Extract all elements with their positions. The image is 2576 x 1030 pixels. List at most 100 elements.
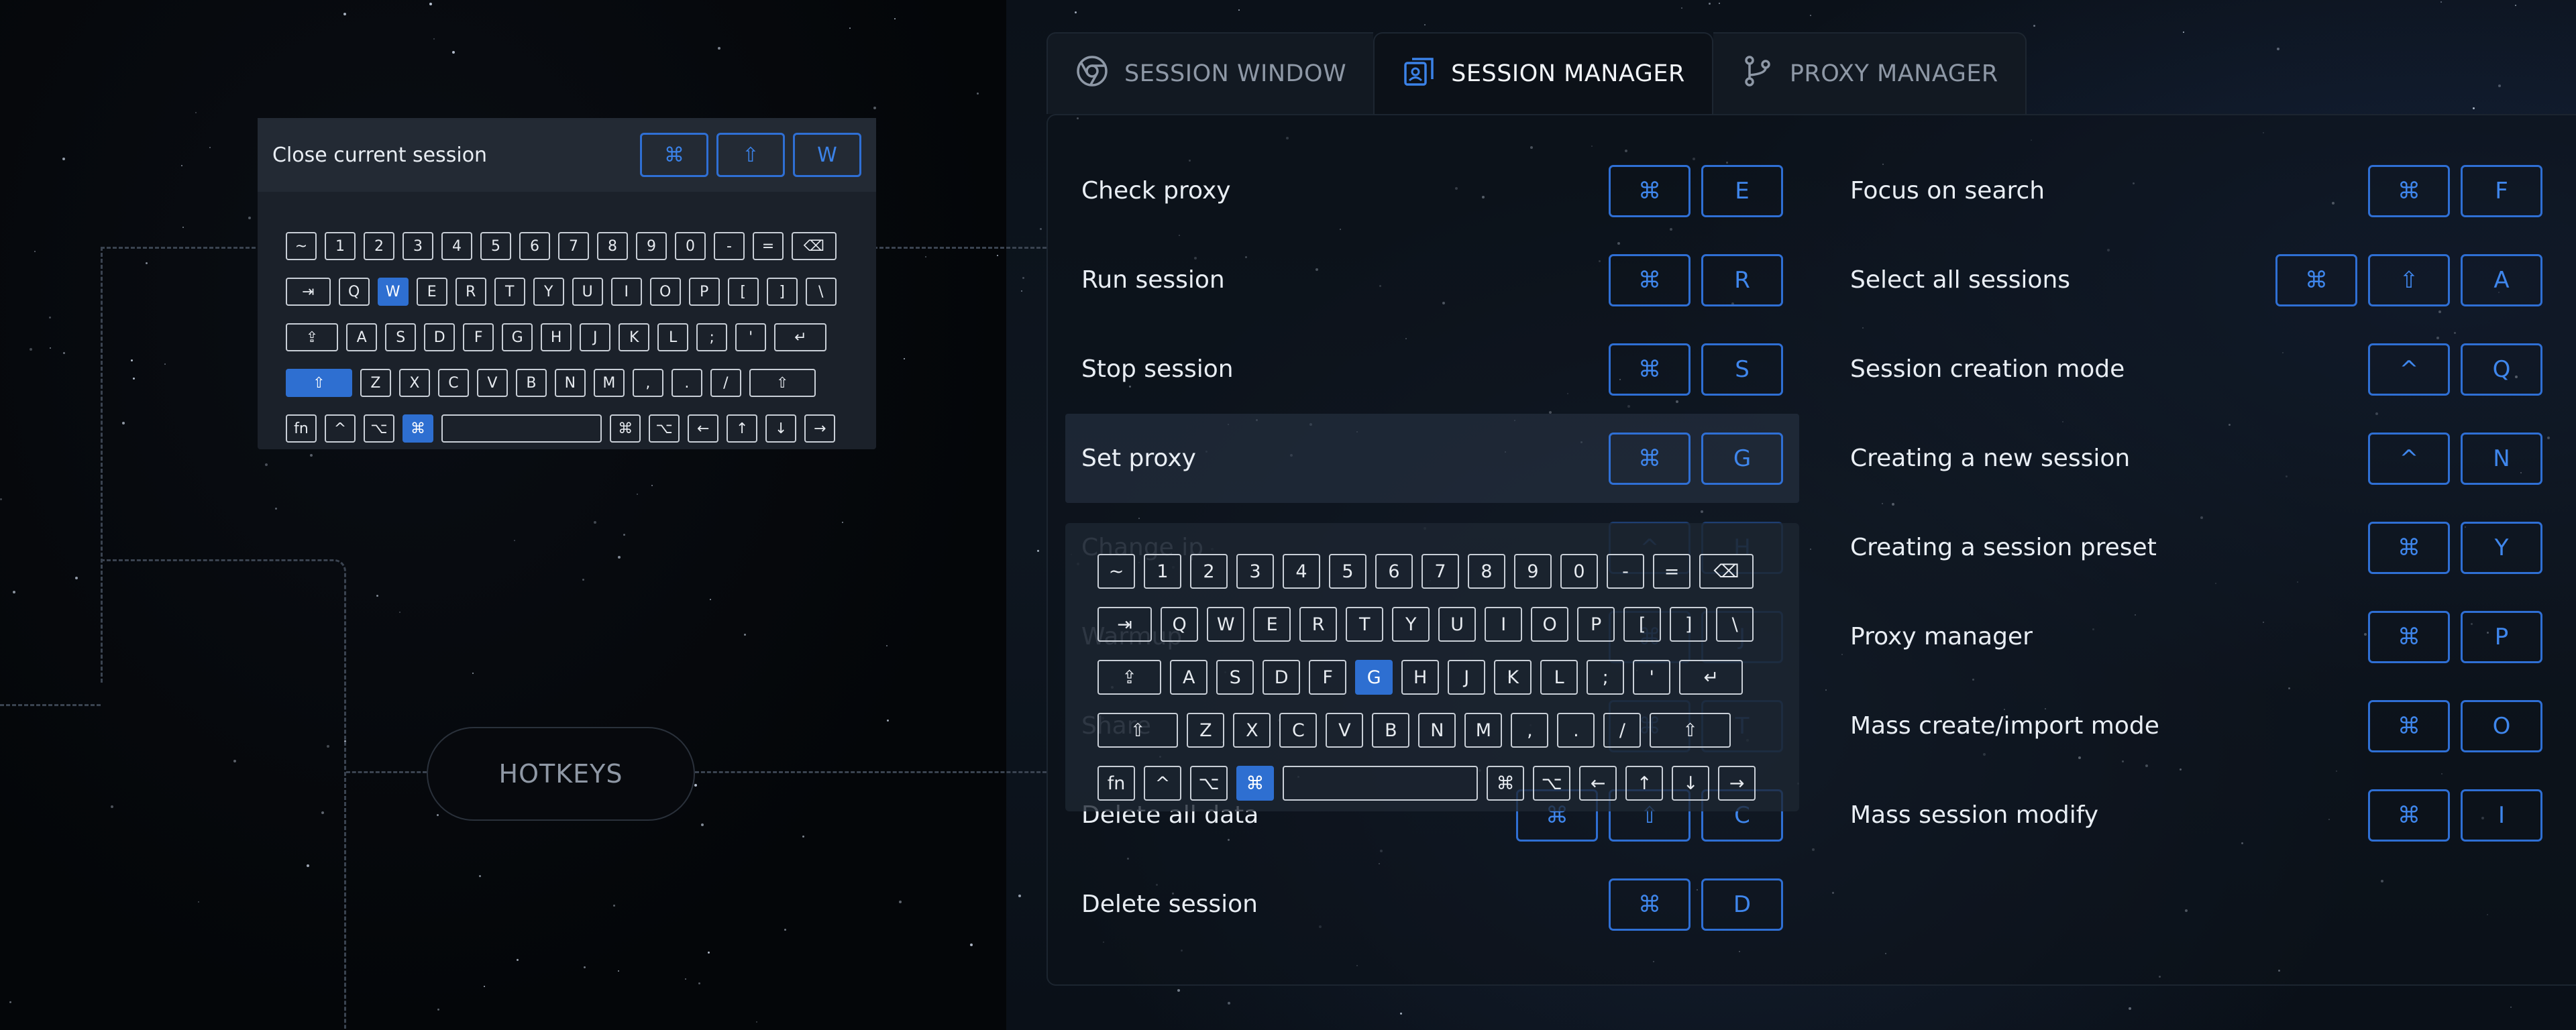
star <box>613 905 615 907</box>
shortcut-row[interactable]: Creating a new session ^ N <box>1834 414 2559 503</box>
shortcut-row[interactable]: Check proxy ⌘ E <box>1065 146 1799 235</box>
tab-proxy-manager[interactable]: PROXY MANAGER <box>1713 32 2027 114</box>
star <box>894 18 896 19</box>
keyboard-key: - <box>1607 554 1644 589</box>
shortcut-row[interactable]: Proxy manager ⌘ P <box>1834 592 2559 681</box>
shortcut-row[interactable]: Session creation mode ^ Q <box>1834 325 2559 414</box>
keyboard-key: ⇧ <box>286 369 352 397</box>
key-cmd: ⌘ <box>1609 343 1690 396</box>
star <box>2277 48 2279 50</box>
tab-label: SESSION MANAGER <box>1451 60 1685 87</box>
connector-line <box>101 559 346 1029</box>
proxy-branch-icon <box>1740 54 1775 95</box>
shortcut-row[interactable]: Stop session ⌘ S <box>1065 325 1799 414</box>
keyboard-key: 5 <box>1329 554 1366 589</box>
keyboard-key: ⌫ <box>1699 554 1754 589</box>
key-shift: ⇧ <box>2368 253 2450 306</box>
chrome-icon <box>1075 54 1110 95</box>
tab-bar: SESSION WINDOW SESSION MANAGER PROXY MAN… <box>1046 32 2027 114</box>
keyboard-key: ⇧ <box>1650 713 1731 748</box>
keyboard-key: ← <box>1579 766 1617 801</box>
star <box>1400 1013 1402 1015</box>
keyboard-key: → <box>804 414 836 443</box>
keyboard-key: M <box>1464 713 1503 748</box>
keyboard-key: U <box>1438 607 1477 642</box>
keyboard-key: F <box>463 323 494 351</box>
keyboard-key: ] <box>1670 607 1708 642</box>
keyboard-key: 8 <box>1468 554 1505 589</box>
keyboard-key: I <box>610 278 642 306</box>
key-letter: Q <box>2461 343 2542 396</box>
keyboard-key: L <box>657 323 689 351</box>
keyboard-key: Z <box>360 369 391 397</box>
star <box>756 1021 757 1023</box>
spacebar-key <box>1283 766 1479 801</box>
star <box>1040 228 1042 230</box>
shortcut-keys: ⌘ P <box>2368 610 2542 663</box>
key-shift: ⇧ <box>716 133 785 177</box>
star <box>886 645 888 646</box>
star <box>1709 3 1711 5</box>
keyboard-key: ⌘ <box>1236 766 1274 801</box>
shortcut-row[interactable]: Set proxy ⌘ G <box>1065 414 1799 503</box>
keyboard-key: ⌥ <box>649 414 680 443</box>
star <box>694 784 697 787</box>
tab-session-window[interactable]: SESSION WINDOW <box>1046 32 1374 114</box>
key-letter: N <box>2461 432 2542 485</box>
star <box>1424 24 1426 25</box>
shortcut-row[interactable]: Mass create/import mode ⌘ O <box>1834 681 2559 770</box>
keyboard-key: [ <box>1623 607 1662 642</box>
keyboard-row: ⇥ Q W E R T Y U I O P[] \ <box>286 278 837 306</box>
star <box>2183 32 2184 33</box>
keyboard-key: N <box>1418 713 1456 748</box>
star <box>977 93 979 95</box>
star <box>181 165 182 166</box>
keyboard-key: ⌘ <box>610 414 641 443</box>
shortcut-row[interactable]: Creating a session preset ⌘ Y <box>1834 503 2559 592</box>
keyboard-key: H <box>1401 660 1440 695</box>
shortcut-label: Check proxy <box>1081 177 1231 205</box>
shortcut-keys: ⌘ Y <box>2368 521 2542 574</box>
shortcut-row[interactable]: Run session ⌘ R <box>1065 235 1799 325</box>
keyboard-key: ⌘ <box>1487 766 1525 801</box>
shortcut-row[interactable]: Mass session modify ⌘ I <box>1834 770 2559 860</box>
star <box>2473 107 2475 109</box>
keyboard-key: \ <box>1716 607 1754 642</box>
star <box>2033 25 2035 27</box>
star <box>1037 550 1039 552</box>
shortcut-row[interactable]: Delete session ⌘ D <box>1065 860 1799 949</box>
shortcut-row[interactable]: Focus on search ⌘ F <box>1834 146 2559 235</box>
key-cmd: ⌘ <box>1609 253 1690 306</box>
keyboard-key: ↓ <box>1672 766 1710 801</box>
key-letter: W <box>793 133 861 177</box>
keyboard-key: Y <box>533 278 564 306</box>
star <box>1810 15 1811 16</box>
shortcut-label: Select all sessions <box>1850 266 2071 294</box>
star <box>0 498 2 500</box>
key-cmd: ⌘ <box>2368 521 2450 574</box>
star <box>842 522 843 523</box>
star <box>133 378 135 380</box>
star <box>437 1009 439 1011</box>
key-ctrl: ^ <box>2368 343 2450 396</box>
shortcut-keys: ^ Q <box>2368 343 2542 396</box>
keyboard-key: Z <box>1187 713 1225 748</box>
preview-card: Close current session ⌘ ⇧ W ~1 2 3 4 5 6 7 8 9 0-… <box>258 118 876 449</box>
keyboard-row: ~1 2 3 4 5 6 7 8 9 0- = ⌫ <box>1097 554 1754 589</box>
shortcut-row[interactable]: Select all sessions ⌘ ⇧ A <box>1834 235 2559 325</box>
star <box>685 978 686 980</box>
key-letter: O <box>2461 699 2542 752</box>
star <box>2440 1 2442 3</box>
keyboard-key: ↵ <box>774 323 827 351</box>
key-letter: R <box>1701 253 1783 306</box>
keyboard-key: ⌫ <box>792 232 837 260</box>
keyboard-key: ⌥ <box>1533 766 1571 801</box>
keyboard-key: = <box>753 232 784 260</box>
shortcut-keys: ⌘ G <box>1609 432 1783 485</box>
tab-session-manager[interactable]: SESSION MANAGER <box>1373 32 1713 114</box>
keyboard-key: 0 <box>675 232 706 260</box>
keyboard-key: 7 <box>1421 554 1459 589</box>
keyboard-key: ← <box>688 414 719 443</box>
keyboard-key: P <box>1577 607 1615 642</box>
star <box>265 463 268 466</box>
